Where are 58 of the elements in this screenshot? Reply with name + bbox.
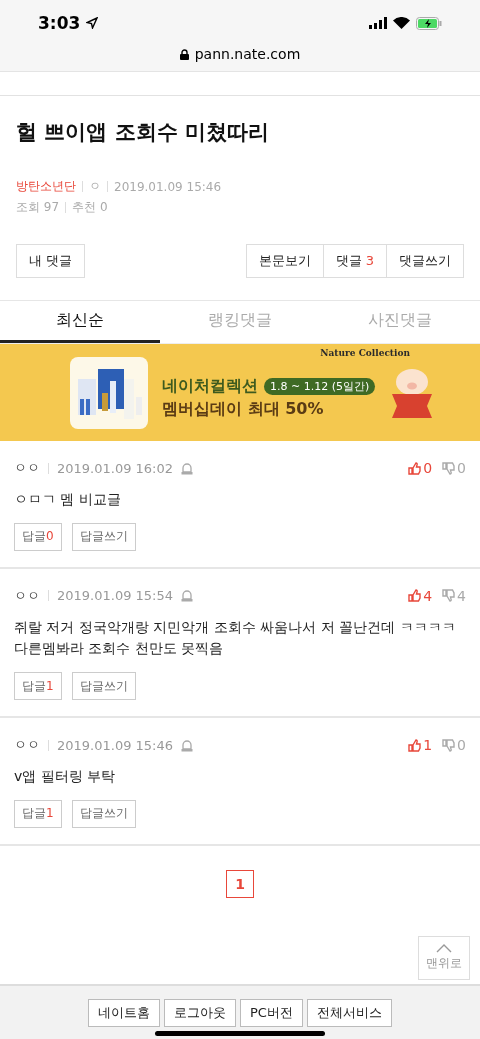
comment-text: ㅇㅁㄱ 멤 비교글	[14, 490, 122, 509]
wifi-icon	[393, 17, 410, 29]
replies-button[interactable]: 답글1	[14, 799, 62, 828]
thumbs-up-icon[interactable]	[408, 589, 422, 603]
siren-icon[interactable]	[181, 589, 194, 603]
post-action-button[interactable]: 댓글 3	[323, 244, 387, 278]
post-author[interactable]: 방탄소년단	[16, 178, 76, 195]
thumbs-up-icon[interactable]	[408, 738, 422, 752]
dislike-count: 0	[457, 460, 466, 476]
status-time: 3:03	[38, 13, 81, 33]
author-id: ㅇ	[89, 178, 101, 195]
thumbs-down-icon[interactable]	[442, 738, 456, 752]
replies-button[interactable]: 답글0	[14, 522, 62, 551]
post-title: 헐 쁘이앱 조회수 미쳤따리	[16, 119, 270, 146]
location-arrow-icon	[86, 17, 99, 29]
footer-link-button[interactable]: 전체서비스	[306, 999, 392, 1027]
thumbs-down-icon[interactable]	[442, 589, 456, 603]
url-text[interactable]: pann.nate.com	[194, 46, 301, 62]
my-comments-button[interactable]: 내 댓글	[16, 244, 86, 278]
chevron-up-icon	[436, 943, 452, 953]
thumbs-down-icon[interactable]	[442, 461, 456, 475]
siren-icon[interactable]	[181, 738, 194, 752]
signal-icon	[369, 17, 387, 29]
comment-author: ㅇㅇ	[14, 586, 40, 605]
comment-author: ㅇㅇ	[14, 736, 40, 755]
thumbs-up-icon[interactable]	[408, 461, 422, 475]
footer-link-button[interactable]: 네이트홈	[88, 999, 161, 1027]
brand-name: Nature Collection	[320, 348, 410, 358]
dislike-count: 0	[457, 737, 466, 754]
ad-banner[interactable]: Nature Collection 네이처컬렉션 1.8 ~ 1.12 (5일간) 멤버십데이 최대 50%	[0, 344, 480, 441]
dislike-count: 4	[457, 587, 466, 604]
comment-date: 2019.01.09 15:46	[57, 737, 174, 753]
footer-link-button[interactable]: 로그아웃	[164, 999, 237, 1027]
write-reply-button[interactable]: 답글쓰기	[71, 799, 136, 828]
write-reply-button[interactable]: 답글쓰기	[71, 672, 136, 701]
replies-button[interactable]: 답글1	[14, 672, 62, 701]
write-reply-button[interactable]: 답글쓰기	[71, 522, 136, 551]
comment-date: 2019.01.09 16:02	[57, 460, 174, 476]
recommend-count: 추천 0	[72, 199, 108, 216]
like-count: 0	[423, 460, 433, 476]
footer-link-button[interactable]: PC버전	[240, 999, 303, 1027]
banner-period: 1.8 ~ 1.12 (5일간)	[264, 377, 376, 395]
battery-charging-icon	[416, 16, 442, 30]
lock-icon	[179, 48, 189, 60]
post-action-button[interactable]: 댓글쓰기	[387, 244, 464, 278]
post-date: 2019.01.09 15:46	[114, 179, 222, 194]
like-count: 1	[423, 737, 433, 754]
comment-author: ㅇㅇ	[14, 459, 40, 477]
post-action-button[interactable]: 본문보기	[245, 244, 324, 278]
view-count: 조회 97	[16, 199, 60, 216]
siren-icon[interactable]	[181, 461, 194, 475]
banner-offer: 멤버십데이 최대 50%	[162, 398, 325, 420]
comment-text: v앱 필터링 부탁	[14, 767, 117, 787]
banner-headline: 네이처컬렉션	[162, 375, 258, 397]
comment-text: 쥐랄 저거 정국악개랑 지민악개 조회수 싸움나서 저 꼴난건데 ㅋㅋㅋㅋ 다른멤봐라 조회수 천만도 못찍음	[14, 617, 457, 659]
page-number[interactable]: 1	[226, 869, 254, 898]
like-count: 4	[423, 587, 433, 604]
comment-date: 2019.01.09 15:54	[57, 588, 174, 604]
